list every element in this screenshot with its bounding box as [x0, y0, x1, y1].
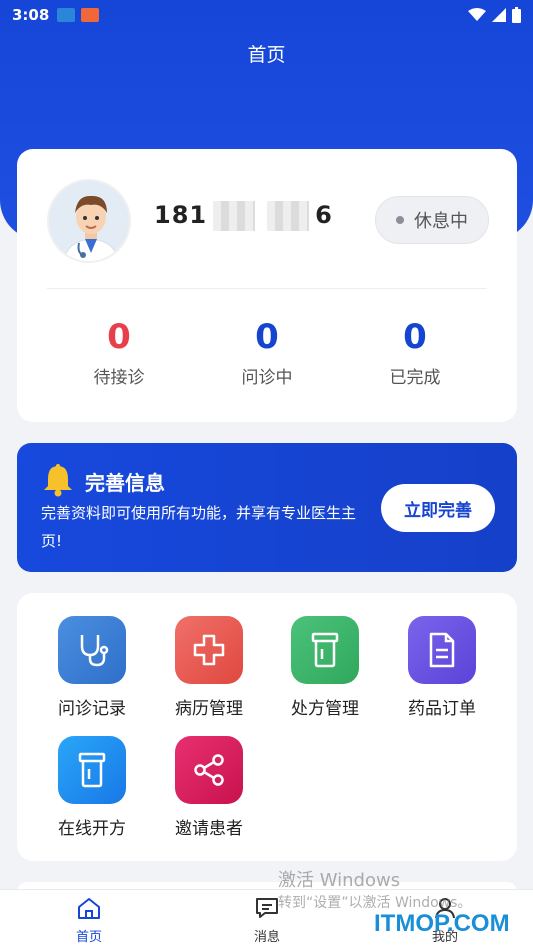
- banner-title: 完善信息: [85, 471, 165, 495]
- avatar[interactable]: [47, 179, 131, 263]
- battery-icon: [512, 7, 521, 23]
- stat-label: 已完成: [389, 368, 441, 388]
- work-status-label: 休息中: [414, 211, 468, 232]
- bell-icon: [44, 464, 72, 497]
- menu-label: 处方管理: [291, 699, 359, 719]
- app-notification-icon: [81, 8, 100, 22]
- phone-prefix: 181: [154, 201, 208, 229]
- stat-label: 问诊中: [241, 368, 293, 388]
- pill-bottle-icon: [58, 736, 126, 804]
- stat-value: 0: [255, 317, 279, 357]
- work-status-toggle[interactable]: 休息中: [375, 196, 489, 244]
- menu-item-consultation-records[interactable]: 问诊记录: [37, 616, 147, 719]
- tab-label: 消息: [253, 930, 280, 945]
- phone-suffix: 6: [315, 201, 333, 229]
- stat-label: 待接诊: [93, 368, 145, 388]
- signal-icon: [492, 8, 506, 22]
- menu-label: 问诊记录: [58, 699, 126, 719]
- menu-label: 病历管理: [175, 699, 243, 719]
- menu-item-drug-orders[interactable]: 药品订单: [387, 616, 497, 719]
- status-bar: 3:08: [0, 0, 533, 30]
- app-notification-icon: [57, 8, 76, 22]
- tab-home[interactable]: 首页: [49, 896, 129, 945]
- stethoscope-icon: [58, 616, 126, 684]
- divider: [47, 288, 487, 289]
- windows-watermark-title: 激活 Windows: [278, 870, 401, 891]
- phone-mask: [267, 201, 310, 231]
- site-logo: ITMOP.COM: [374, 910, 510, 937]
- profile-card: 181 6 休息中 0 待接诊 0 问诊中 0 已完成: [17, 149, 517, 422]
- home-icon: [78, 898, 100, 919]
- complete-info-banner: 完善信息 完善资料即可使用所有功能，并享有专业医生主页! 立即完善: [17, 443, 517, 572]
- menu-item-prescription-management[interactable]: 处方管理: [270, 616, 380, 719]
- tab-label: 首页: [75, 930, 102, 945]
- banner-text: 完善资料即可使用所有功能，并享有专业医生主页!: [41, 504, 357, 550]
- complete-now-button[interactable]: 立即完善: [381, 484, 495, 532]
- menu-label: 药品订单: [408, 699, 476, 719]
- wifi-icon: [468, 8, 486, 21]
- status-time: 3:08: [12, 6, 50, 24]
- menu-item-medical-records[interactable]: 病历管理: [154, 616, 264, 719]
- stat-value: 0: [403, 317, 427, 357]
- medicine-bottle-icon: [291, 616, 359, 684]
- doctor-avatar-icon: [49, 181, 129, 261]
- stat-value: 0: [107, 317, 131, 357]
- medical-cross-icon: [175, 616, 243, 684]
- phone-mask: [213, 201, 256, 231]
- menu-label: 邀请患者: [175, 819, 243, 839]
- message-icon: [256, 898, 278, 918]
- windows-watermark-text: 转到“设置”以激活 Windows。: [278, 895, 472, 911]
- status-dot-icon: [396, 216, 404, 224]
- page-title: 首页: [247, 44, 286, 66]
- stat-completed[interactable]: 0 已完成: [355, 317, 475, 388]
- share-icon: [175, 736, 243, 804]
- phone-number: 181 6: [154, 201, 333, 231]
- menu-item-online-prescribing[interactable]: 在线开方: [37, 736, 147, 839]
- stat-pending[interactable]: 0 待接诊: [59, 317, 179, 388]
- menu-label: 在线开方: [58, 819, 126, 839]
- menu-item-invite-patients[interactable]: 邀请患者: [154, 736, 264, 839]
- function-menu: 问诊记录 病历管理 处方管理 药品订单 在线开方 邀请患者: [17, 593, 517, 861]
- stat-in-progress[interactable]: 0 问诊中: [207, 317, 327, 388]
- document-icon: [408, 616, 476, 684]
